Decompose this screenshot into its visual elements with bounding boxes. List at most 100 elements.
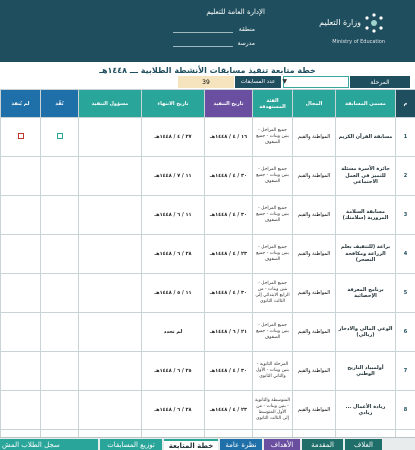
table-row: 3 مسابقة السلامة المرورية (سلامتك) الموا…: [0, 195, 415, 235]
not-done-cell[interactable]: [0, 273, 41, 313]
not-done-cell[interactable]: [0, 351, 41, 391]
stage-label: المرحلة: [350, 76, 410, 88]
field-cell[interactable]: المواطنة والقيم: [292, 156, 336, 196]
done-cell[interactable]: [40, 234, 79, 274]
start-date-cell[interactable]: ٢١ / ٦ / ١٤٤٨هـ: [204, 312, 253, 352]
category-cell[interactable]: المتوسطة والثانوية - بنين وبنات - من الأ…: [252, 390, 293, 430]
category-cell[interactable]: جميع المراحل - بنين وبنات - من الرابع ال…: [252, 273, 293, 313]
category-cell[interactable]: جميع المراحل - بنين وبنات - جميع الصفوف: [252, 312, 293, 352]
start-date-cell[interactable]: ٣٠ / ٤ / ١٤٤٨هـ: [204, 351, 253, 391]
start-date-cell[interactable]: ٣٠ / ٤ / ١٤٤٨هـ: [204, 195, 253, 235]
field-cell[interactable]: المواطنة والقيم: [292, 234, 336, 274]
category-cell[interactable]: جميع المراحل - بنين وبنات - جميع الصفوف: [252, 156, 293, 196]
field-cell[interactable]: المواطنة والقيم: [292, 390, 336, 430]
competition-name[interactable]: براعة (للتثقيف بعلم الزراعة ومكافحة التص…: [335, 234, 396, 274]
row-number: 3: [395, 195, 415, 235]
owner-cell[interactable]: [78, 351, 142, 391]
done-cell[interactable]: [40, 273, 79, 313]
done-cell[interactable]: [40, 195, 79, 235]
tab-goals[interactable]: الأهداف: [264, 439, 300, 450]
school-field[interactable]: [173, 46, 233, 47]
category-cell[interactable]: المرحلة الثانوية - بنين وبنات - الأول وا…: [252, 351, 293, 391]
field-cell[interactable]: المواطنة والقيم: [292, 273, 336, 313]
owner-cell[interactable]: [78, 195, 142, 235]
competition-name[interactable]: ريادة الأعمال ... ريادي: [335, 390, 396, 430]
field-cell[interactable]: المواطنة والقيم: [292, 312, 336, 352]
tab-cover[interactable]: الغلاف: [345, 439, 382, 450]
document-header: وزارة التعليم Ministry of Education الإد…: [0, 0, 415, 62]
done-checkbox[interactable]: [56, 132, 63, 139]
start-date-cell[interactable]: ٣٠ / ٤ / ١٤٤٨هـ: [204, 273, 253, 313]
start-date-cell[interactable]: ٢٣ / ٤ / ١٤٤٨هـ: [204, 234, 253, 274]
filter-row: المرحلة عدد المسابقات ▼ 39: [0, 76, 415, 88]
end-date-cell[interactable]: ٢٨ / ٦ / ١٤٤٨هـ: [141, 390, 205, 430]
field-cell[interactable]: المواطنة والقيم: [292, 351, 336, 391]
region-field[interactable]: [173, 32, 233, 33]
field-cell[interactable]: المواطنة والقيم: [292, 195, 336, 235]
followup-table: م مسمى المسابقة المجال الفئة المستهدفة ت…: [0, 89, 415, 437]
not-done-cell[interactable]: [0, 312, 41, 352]
competition-count-label: عدد المسابقات: [235, 76, 281, 88]
start-date-cell[interactable]: ٢٣ / ٤ / ١٤٤٨هـ: [204, 390, 253, 430]
not-done-cell[interactable]: [0, 156, 41, 196]
not-done-cell[interactable]: [0, 117, 41, 157]
start-date-cell[interactable]: ١٦ / ٤ / ١٤٤٨هـ: [204, 117, 253, 157]
start-date-cell[interactable]: [204, 429, 253, 437]
field-cell[interactable]: المواطنة والقيم: [292, 117, 336, 157]
not-done-cell[interactable]: [0, 234, 41, 274]
field-cell[interactable]: [292, 429, 336, 437]
competition-name[interactable]: جائزة الأسرة مسئلة للتميز في العمل الاجت…: [335, 156, 396, 196]
competition-name[interactable]: أولمبياد التاريخ الوطني: [335, 351, 396, 391]
competition-name[interactable]: [335, 429, 396, 437]
owner-cell[interactable]: [78, 312, 142, 352]
competition-name[interactable]: مسابقة السلامة المرورية (سلامتك): [335, 195, 396, 235]
not-done-cell[interactable]: [0, 195, 41, 235]
category-cell[interactable]: [252, 429, 293, 437]
owner-cell[interactable]: [78, 117, 142, 157]
col-header-done: نُفّذ: [40, 89, 79, 118]
tab-competitions-distribution[interactable]: توزيع المسابقات: [100, 439, 162, 450]
table-row: 8 ريادة الأعمال ... ريادي المواطنة والقي…: [0, 390, 415, 430]
page-title: خطة متابعة تنفيذ مسابقات الأنشطة الطلابي…: [99, 66, 316, 75]
tab-followup-plan[interactable]: خطة المتابعة: [164, 439, 218, 450]
owner-cell[interactable]: [78, 429, 142, 437]
not-done-cell[interactable]: [0, 429, 41, 437]
competition-name[interactable]: الوعي المالي والادخار (ريالي): [335, 312, 396, 352]
end-date-cell[interactable]: ١١ / ٧ / ١٤٤٨هـ: [141, 156, 205, 196]
done-cell[interactable]: [40, 312, 79, 352]
done-cell[interactable]: [40, 429, 79, 437]
tab-overview[interactable]: نظرة عامة: [220, 439, 262, 450]
not-done-cell[interactable]: [0, 390, 41, 430]
category-cell[interactable]: جميع المراحل - بنين وبنات - جميع الصفوف: [252, 195, 293, 235]
owner-cell[interactable]: [78, 234, 142, 274]
owner-cell[interactable]: [78, 156, 142, 196]
end-date-cell[interactable]: ١١ / ٥ / ١٤٤٨هـ: [141, 273, 205, 313]
followup-table-wrapper: م مسمى المسابقة المجال الفئة المستهدفة ت…: [0, 89, 415, 437]
table-row: 5 برنامج المعرفة الإحصائية المواطنة والق…: [0, 273, 415, 313]
col-header-category: الفئة المستهدفة: [252, 89, 293, 118]
end-date-cell[interactable]: ٢٥ / ٦ / ١٤٤٨هـ: [141, 351, 205, 391]
category-cell[interactable]: جميع المراحل - بنين وبنات - جميع الصفوف: [252, 117, 293, 157]
done-cell[interactable]: [40, 351, 79, 391]
competition-name[interactable]: برنامج المعرفة الإحصائية: [335, 273, 396, 313]
end-date-cell[interactable]: ٢٧ / ٤ / ١٤٤٨هـ: [141, 117, 205, 157]
owner-cell[interactable]: [78, 390, 142, 430]
start-date-cell[interactable]: ٣٠ / ٤ / ١٤٤٨هـ: [204, 156, 253, 196]
competition-name[interactable]: مسابقة القرآن الكريم: [335, 117, 396, 157]
done-cell[interactable]: [40, 390, 79, 430]
tab-students-record[interactable]: سجل الطلاب المش: [0, 439, 98, 450]
end-date-cell[interactable]: ١١ / ٦ / ١٤٤٨هـ: [141, 195, 205, 235]
end-date-cell[interactable]: ٢٨ / ٦ / ١٤٤٨هـ: [141, 234, 205, 274]
row-number: 2: [395, 156, 415, 196]
tab-introduction[interactable]: المقدمة: [302, 439, 343, 450]
done-cell[interactable]: [40, 117, 79, 157]
not-done-checkbox[interactable]: [17, 132, 24, 139]
stage-input[interactable]: [283, 76, 349, 88]
col-header-number: م: [395, 89, 415, 118]
owner-cell[interactable]: [78, 273, 142, 313]
end-date-cell[interactable]: لم تحدد: [141, 312, 205, 352]
done-cell[interactable]: [40, 156, 79, 196]
dropdown-caret-icon[interactable]: ▼: [282, 78, 287, 85]
end-date-cell[interactable]: [141, 429, 205, 437]
category-cell[interactable]: جميع المراحل - بنين وبنات - جميع الصفوف: [252, 234, 293, 274]
